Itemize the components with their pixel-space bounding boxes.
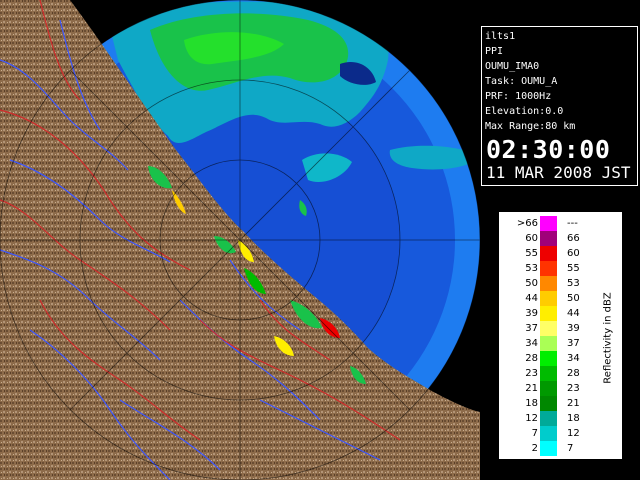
legend-lower-bound: 60 xyxy=(525,233,538,244)
legend-upper-bound: 28 xyxy=(567,368,580,379)
legend-lower-bound: >66 xyxy=(516,218,538,229)
legend-upper-bound: 7 xyxy=(567,443,574,454)
legend-color-swatch xyxy=(540,411,557,426)
legend-upper-bound: 55 xyxy=(567,263,580,274)
legend-upper-bound: 66 xyxy=(567,233,580,244)
legend-row: >66 --- xyxy=(499,216,599,231)
legend-row: 27 xyxy=(499,441,599,456)
legend-upper-bound: 50 xyxy=(567,293,580,304)
legend-row: 55 60 xyxy=(499,246,599,261)
legend-lower-bound: 55 xyxy=(525,248,538,259)
legend-color-swatch xyxy=(540,351,557,366)
prf-label: PRF: 1000Hz xyxy=(485,91,552,102)
elevation-label: Elevation:0.0 xyxy=(485,106,564,117)
legend-lower-bound: 7 xyxy=(531,428,538,439)
legend-row: 12 18 xyxy=(499,411,599,426)
legend-row: 37 39 xyxy=(499,321,599,336)
legend-color-swatch xyxy=(540,276,557,291)
legend-lower-bound: 12 xyxy=(525,413,538,424)
legend-lower-bound: 34 xyxy=(525,338,538,349)
legend-color-swatch xyxy=(540,246,557,261)
legend-upper-bound: 44 xyxy=(567,308,580,319)
legend-color-swatch xyxy=(540,291,557,306)
legend-lower-bound: 21 xyxy=(525,383,538,394)
legend-lower-bound: 50 xyxy=(525,278,538,289)
legend-row: 60 66 xyxy=(499,231,599,246)
radar-info-panel: ilts1 PPI OUMU_IMA0 Task: OUMU_A PRF: 10… xyxy=(481,26,638,186)
legend-lower-bound: 37 xyxy=(525,323,538,334)
legend-upper-bound: 34 xyxy=(567,353,580,364)
legend-color-swatch xyxy=(540,216,557,231)
legend-lower-bound: 23 xyxy=(525,368,538,379)
legend-upper-bound: 12 xyxy=(567,428,580,439)
observation-time: 02:30:00 xyxy=(486,135,611,164)
reflectivity-legend: >66 --- 60 66 55 60 53 55 50 53 44 50 39 44 37 39 34 37 28… xyxy=(498,211,623,460)
legend-lower-bound: 2 xyxy=(531,443,538,454)
legend-color-swatch xyxy=(540,321,557,336)
legend-upper-bound: 23 xyxy=(567,383,580,394)
legend-color-swatch xyxy=(540,231,557,246)
legend-row: 50 53 xyxy=(499,276,599,291)
legend-lower-bound: 28 xyxy=(525,353,538,364)
observation-date: 11 MAR 2008 JST xyxy=(486,163,631,182)
legend-color-swatch xyxy=(540,381,557,396)
legend-color-swatch xyxy=(540,396,557,411)
legend-row: 21 23 xyxy=(499,381,599,396)
legend-color-swatch xyxy=(540,441,557,456)
product-label: PPI xyxy=(485,46,504,57)
legend-row: 44 50 xyxy=(499,291,599,306)
legend-lower-bound: 53 xyxy=(525,263,538,274)
legend-upper-bound: 53 xyxy=(567,278,580,289)
legend-lower-bound: 44 xyxy=(525,293,538,304)
legend-row: 39 44 xyxy=(499,306,599,321)
legend-upper-bound: 39 xyxy=(567,323,580,334)
legend-upper-bound: --- xyxy=(567,218,578,229)
legend-color-swatch xyxy=(540,336,557,351)
legend-upper-bound: 60 xyxy=(567,248,580,259)
legend-lower-bound: 18 xyxy=(525,398,538,409)
legend-row: 53 55 xyxy=(499,261,599,276)
legend-row: 34 37 xyxy=(499,336,599,351)
legend-row: 7 12 xyxy=(499,426,599,441)
legend-row: 18 21 xyxy=(499,396,599,411)
legend-color-swatch xyxy=(540,306,557,321)
legend-row: 28 34 xyxy=(499,351,599,366)
legend-upper-bound: 21 xyxy=(567,398,580,409)
config-label: OUMU_IMA0 xyxy=(485,61,540,72)
legend-title: Reflectivity in dBZ xyxy=(602,292,614,384)
legend-title-wrap: Reflectivity in dBZ xyxy=(599,268,617,408)
legend-color-swatch xyxy=(540,366,557,381)
legend-row: 23 28 xyxy=(499,366,599,381)
max-range-label: Max Range:80 km xyxy=(485,121,576,132)
legend-color-swatch xyxy=(540,426,557,441)
task-label: Task: OUMU_A xyxy=(485,76,558,87)
range-rings xyxy=(0,0,481,480)
radar-site-label: ilts1 xyxy=(485,31,516,42)
legend-color-swatch xyxy=(540,261,557,276)
legend-lower-bound: 39 xyxy=(525,308,538,319)
legend-upper-bound: 37 xyxy=(567,338,580,349)
legend-upper-bound: 18 xyxy=(567,413,580,424)
